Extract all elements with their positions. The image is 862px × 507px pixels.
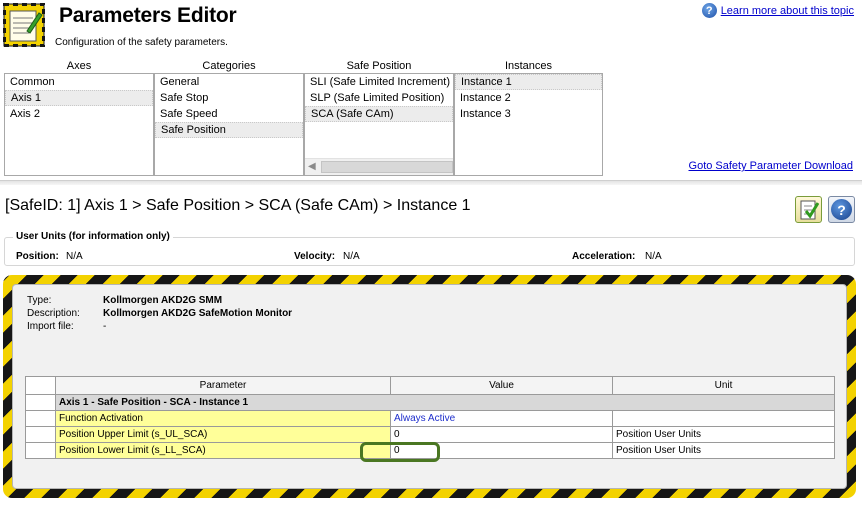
- row-header-cell[interactable]: [25, 426, 56, 443]
- import-file-label: Import file:: [27, 321, 74, 332]
- acceleration-value: N/A: [645, 251, 662, 262]
- description-label: Description:: [27, 308, 80, 319]
- user-units-legend: User Units (for information only): [13, 231, 173, 242]
- parameter-name: Position Lower Limit (s_LL_SCA): [55, 442, 391, 459]
- axes-item-common[interactable]: Common: [5, 74, 153, 90]
- learn-more-label[interactable]: Learn more about this topic: [721, 5, 854, 17]
- table-row[interactable]: Position Upper Limit (s_UL_SCA) 0 Positi…: [25, 426, 835, 443]
- velocity-value: N/A: [343, 251, 360, 262]
- parameter-name: Function Activation: [55, 410, 391, 427]
- acceleration-label: Acceleration:: [572, 251, 636, 262]
- categories-list[interactable]: General Safe Stop Safe Speed Safe Positi…: [154, 73, 304, 176]
- type-label: Type:: [27, 295, 52, 306]
- safe-position-item-sca[interactable]: SCA (Safe CAm): [305, 106, 453, 122]
- parameter-table: Parameter Value Unit Axis 1 - Safe Posit…: [25, 376, 835, 459]
- category-item-safe-speed[interactable]: Safe Speed: [155, 106, 303, 122]
- categories-header: Categories: [202, 60, 256, 72]
- category-item-safe-stop[interactable]: Safe Stop: [155, 90, 303, 106]
- table-group-row: Axis 1 - Safe Position - SCA - Instance …: [25, 394, 835, 411]
- help-icon: ?: [831, 199, 852, 220]
- safe-position-header: Safe Position: [346, 60, 412, 72]
- position-label: Position:: [16, 251, 59, 262]
- unit-column-header[interactable]: Unit: [612, 376, 835, 395]
- page-title: Parameters Editor: [59, 4, 237, 27]
- parameter-value[interactable]: Always Active: [390, 410, 613, 427]
- description-value: Kollmorgen AKD2G SafeMotion Monitor: [103, 308, 293, 319]
- category-item-general[interactable]: General: [155, 74, 303, 90]
- validate-button[interactable]: [795, 196, 822, 223]
- table-row[interactable]: Function Activation Always Active: [25, 410, 835, 427]
- splitter[interactable]: [0, 180, 862, 185]
- checklist-icon: [800, 200, 819, 219]
- safety-parameter-frame: Type: Kollmorgen AKD2G SMM Description: …: [3, 275, 856, 498]
- instance-item-1[interactable]: Instance 1: [455, 74, 602, 90]
- category-item-safe-position[interactable]: Safe Position: [155, 122, 303, 138]
- axes-header: Axes: [66, 60, 92, 72]
- help-icon[interactable]: ?: [701, 3, 717, 18]
- row-header-cell[interactable]: [25, 442, 56, 459]
- parameter-column-header[interactable]: Parameter: [55, 376, 391, 395]
- breadcrumb: [SafeID: 1] Axis 1 > Safe Position > SCA…: [5, 197, 471, 214]
- group-title: Axis 1 - Safe Position - SCA - Instance …: [55, 394, 835, 411]
- row-header-cell: [25, 376, 56, 395]
- learn-more-link[interactable]: ? Learn more about this topic: [701, 3, 854, 18]
- table-row[interactable]: Position Lower Limit (s_LL_SCA) 0 Positi…: [25, 442, 835, 459]
- row-header-cell: [25, 394, 56, 411]
- parameter-value[interactable]: 0: [390, 426, 613, 443]
- axes-item-axis-2[interactable]: Axis 2: [5, 106, 153, 122]
- position-value: N/A: [66, 251, 83, 262]
- scrollbar-thumb[interactable]: [321, 161, 453, 173]
- velocity-label: Velocity:: [294, 251, 336, 262]
- parameter-panel: Type: Kollmorgen AKD2G SMM Description: …: [12, 284, 847, 489]
- user-units-group: User Units (for information only) Positi…: [4, 231, 855, 266]
- instance-item-3[interactable]: Instance 3: [455, 106, 602, 122]
- parameter-unit: Position User Units: [612, 442, 835, 459]
- parameter-value[interactable]: 0: [390, 442, 613, 459]
- parameter-name: Position Upper Limit (s_UL_SCA): [55, 426, 391, 443]
- import-file-value: -: [103, 321, 107, 332]
- safe-position-item-slp[interactable]: SLP (Safe Limited Position): [305, 90, 453, 106]
- row-header-cell[interactable]: [25, 410, 56, 427]
- parameter-unit: [612, 410, 835, 427]
- safe-position-item-sli[interactable]: SLI (Safe Limited Increment): [305, 74, 453, 90]
- axes-list[interactable]: Common Axis 1 Axis 2: [4, 73, 154, 176]
- table-header-row: Parameter Value Unit: [25, 376, 835, 395]
- safe-position-list[interactable]: SLI (Safe Limited Increment) SLP (Safe L…: [304, 73, 454, 176]
- parameter-unit: Position User Units: [612, 426, 835, 443]
- help-button[interactable]: ?: [828, 196, 855, 223]
- type-value: Kollmorgen AKD2G SMM: [103, 295, 223, 306]
- axes-item-axis-1[interactable]: Axis 1: [5, 90, 153, 106]
- editor-notepad-icon: [2, 2, 46, 48]
- instance-item-2[interactable]: Instance 2: [455, 90, 602, 106]
- value-column-header[interactable]: Value: [390, 376, 613, 395]
- page-subtitle: Configuration of the safety parameters.: [55, 37, 228, 48]
- goto-download-link[interactable]: Goto Safety Parameter Download: [689, 160, 853, 172]
- instances-header: Instances: [504, 60, 553, 72]
- horizontal-scrollbar[interactable]: ◀: [305, 158, 453, 175]
- scroll-left-icon[interactable]: ◀: [308, 161, 316, 172]
- instances-list[interactable]: Instance 1 Instance 2 Instance 3: [454, 73, 603, 176]
